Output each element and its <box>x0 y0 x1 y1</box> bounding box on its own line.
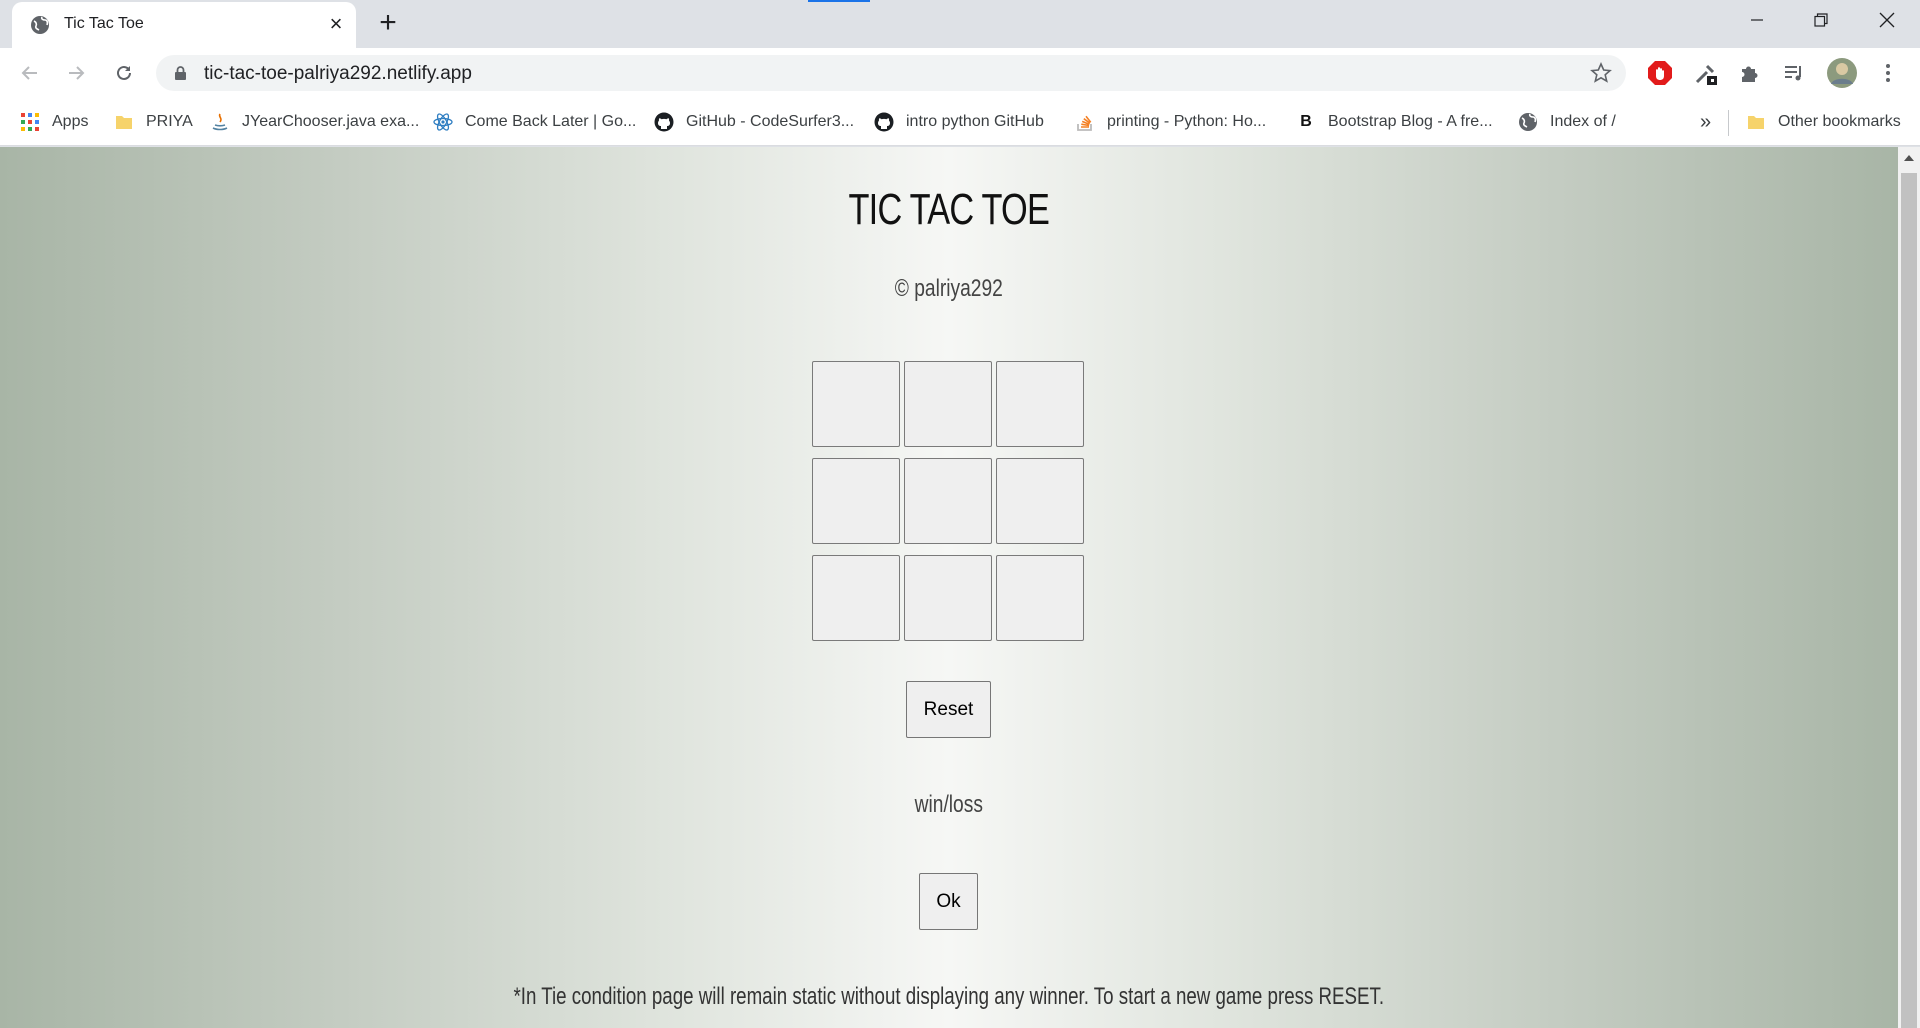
forward-button[interactable] <box>60 57 92 89</box>
back-button[interactable] <box>14 57 46 89</box>
reload-button[interactable] <box>108 57 140 89</box>
bookmark-bootstrap-blog[interactable]: B Bootstrap Blog - A fre... <box>1296 110 1493 134</box>
browser-toolbar: tic-tac-toe-palriya292.netlify.app <box>0 48 1920 98</box>
bookmark-label: PRIYA <box>146 113 193 130</box>
bookmark-jyearchooser[interactable]: JYearChooser.java exa... <box>210 110 419 134</box>
media-controls-icon[interactable] <box>1780 59 1808 87</box>
bookmark-label: Bootstrap Blog - A fre... <box>1328 113 1493 130</box>
folder-icon <box>114 112 134 132</box>
bookmark-apps[interactable]: Apps <box>20 110 88 134</box>
tab-title: Tic Tac Toe <box>64 15 144 32</box>
bookmark-come-back-later[interactable]: Come Back Later | Go... <box>433 110 636 134</box>
bookmark-priya[interactable]: PRIYA <box>114 110 193 134</box>
game-board <box>812 361 1086 641</box>
bookmark-label: GitHub - CodeSurfer3... <box>686 113 855 130</box>
board-cell-9[interactable] <box>996 555 1084 641</box>
close-tab-icon[interactable]: × <box>324 13 348 37</box>
bootstrap-icon: B <box>1300 113 1312 130</box>
board-cell-5[interactable] <box>904 458 992 544</box>
reset-button[interactable]: Reset <box>906 681 991 738</box>
browser-tab[interactable]: Tic Tac Toe × <box>12 2 356 48</box>
board-cell-8[interactable] <box>904 555 992 641</box>
bookmark-star-icon[interactable] <box>1590 62 1612 89</box>
globe-icon <box>30 15 50 35</box>
board-cell-2[interactable] <box>904 361 992 447</box>
ok-button[interactable]: Ok <box>919 873 978 930</box>
bookmarks-overflow-chevron-icon[interactable]: » <box>1700 110 1711 134</box>
bookmarks-bar: Apps PRIYA JYearChooser.java exa... Come… <box>0 98 1920 146</box>
title-bar: Tic Tac Toe × + <box>0 0 1920 48</box>
github-icon <box>874 112 894 132</box>
bookmark-label: intro python GitHub <box>906 113 1044 130</box>
bookmark-printing-python[interactable]: printing - Python: Ho... <box>1075 110 1266 134</box>
board-cell-4[interactable] <box>812 458 900 544</box>
other-bookmarks[interactable]: Other bookmarks <box>1746 110 1901 134</box>
chrome-menu-icon[interactable] <box>1874 59 1902 87</box>
new-tab-button[interactable]: + <box>374 8 402 38</box>
page-viewport: TIC TAC TOE © palriya292 Reset win/loss … <box>0 147 1898 1028</box>
minimize-button[interactable] <box>1726 0 1788 40</box>
bookmark-label: Apps <box>52 113 89 130</box>
page-scrollbar[interactable] <box>1898 147 1920 1028</box>
adblock-extension-icon[interactable] <box>1646 59 1674 87</box>
restore-button[interactable] <box>1790 0 1852 40</box>
page-title: TIC TAC TOE <box>848 185 1050 234</box>
tie-footnote: *In Tie condition page will remain stati… <box>513 983 1385 1010</box>
eyedropper-extension-icon[interactable] <box>1692 59 1720 87</box>
board-cell-1[interactable] <box>812 361 900 447</box>
board-cell-3[interactable] <box>996 361 1084 447</box>
stackoverflow-icon <box>1075 112 1095 132</box>
react-icon <box>433 112 453 132</box>
board-cell-6[interactable] <box>996 458 1084 544</box>
folder-icon <box>1746 112 1766 132</box>
scrollbar-thumb[interactable] <box>1901 173 1917 1028</box>
bookmark-label: JYearChooser.java exa... <box>242 113 420 130</box>
apps-grid-icon <box>20 112 40 132</box>
java-icon <box>210 112 230 132</box>
extensions-puzzle-icon[interactable] <box>1736 59 1764 87</box>
bookmark-label: Other bookmarks <box>1778 113 1901 130</box>
bookmarks-divider <box>1728 110 1729 136</box>
status-text: win/loss <box>914 791 983 818</box>
url-text[interactable]: tic-tac-toe-palriya292.netlify.app <box>204 63 472 85</box>
bookmark-github-codesurfer[interactable]: GitHub - CodeSurfer3... <box>654 110 854 134</box>
board-cell-7[interactable] <box>812 555 900 641</box>
bookmark-intro-python[interactable]: intro python GitHub <box>874 110 1044 134</box>
github-icon <box>654 112 674 132</box>
bookmark-label: Index of / <box>1550 113 1616 130</box>
tab-strip-indicator <box>808 0 870 2</box>
globe-icon <box>1518 112 1538 132</box>
profile-avatar[interactable] <box>1826 57 1858 89</box>
credit-text: © palriya292 <box>894 275 1003 302</box>
bookmark-index-of[interactable]: Index of / <box>1518 110 1616 134</box>
bookmark-label: Come Back Later | Go... <box>465 113 637 130</box>
scroll-up-arrow-icon[interactable] <box>1904 155 1914 161</box>
close-window-button[interactable] <box>1856 0 1918 40</box>
lock-icon[interactable] <box>174 65 187 86</box>
address-bar[interactable]: tic-tac-toe-palriya292.netlify.app <box>156 55 1626 91</box>
bookmark-label: printing - Python: Ho... <box>1107 113 1267 130</box>
